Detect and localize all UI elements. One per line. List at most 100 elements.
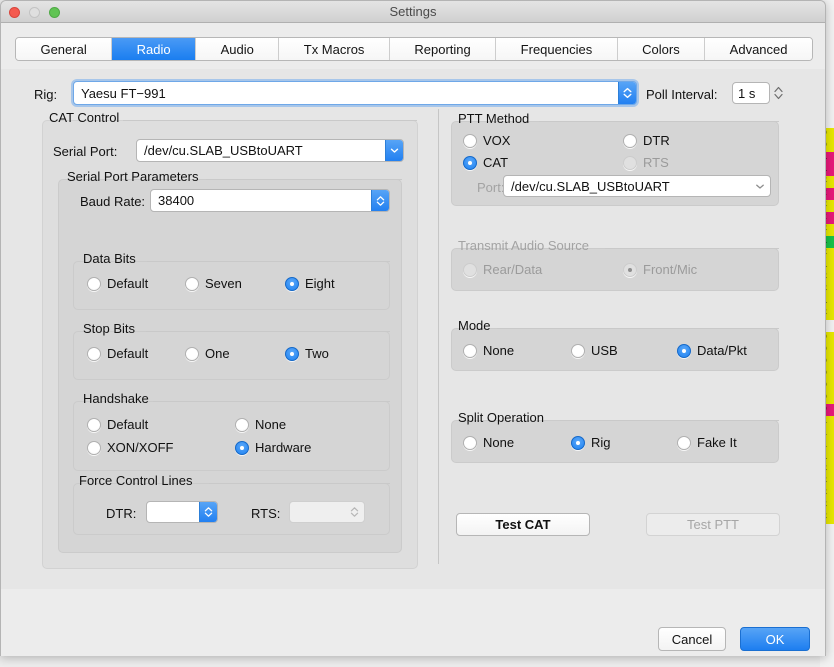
radio-ptt-vox[interactable]: VOX [463,133,510,148]
radio-handshake-none[interactable]: None [235,417,286,432]
radio-dot-icon [87,276,101,291]
serial-port-value: /dev/cu.SLAB_USBtoUART [144,143,303,158]
handshake-rule [153,401,390,402]
radio-handshake-hardware[interactable]: Hardware [235,440,311,455]
tab-radio[interactable]: Radio [112,38,197,60]
dtr-label: DTR: [106,506,137,521]
poll-interval-value: 1 s [738,85,756,101]
radio-handshake-xon-xoff[interactable]: XON/XOFF [87,440,173,455]
radio-dot-icon [285,346,299,361]
rig-value: Yaesu FT−991 [81,85,166,101]
chevron-down-icon[interactable] [750,176,770,196]
split-operation-rule [560,420,779,421]
rts-combobox [289,501,365,523]
chevron-down-icon[interactable] [618,82,636,104]
radio-data-bits-seven[interactable]: Seven [185,276,242,291]
close-button[interactable] [9,7,20,18]
split-operation-title: Split Operation [458,410,544,425]
radio-mode-none[interactable]: None [463,343,514,358]
poll-interval-label: Poll Interval: [646,87,718,102]
test-ptt-button: Test PTT [646,513,780,536]
radio-ptt-rts: RTS [623,155,669,170]
poll-interval-stepper[interactable] [772,83,785,103]
serial-port-combobox[interactable]: /dev/cu.SLAB_USBtoUART [136,139,404,162]
radio-tab-panel: Rig: Yaesu FT−991 Poll Interval: 1 s CAT… [1,69,825,589]
radio-data-bits-default[interactable]: Default [87,276,148,291]
radio-split-fake-it[interactable]: Fake It [677,435,737,450]
radio-mode-data-pkt[interactable]: Data/Pkt [677,343,747,358]
radio-stop-bits-two[interactable]: Two [285,346,329,361]
stop-bits-title: Stop Bits [83,321,136,336]
radio-mode-usb[interactable]: USB [571,343,618,358]
tab-colors[interactable]: Colors [617,38,706,60]
tab-tx-macros[interactable]: Tx Macros [279,38,390,60]
tab-advanced[interactable]: Advanced [705,38,812,60]
poll-interval-input[interactable]: 1 s [732,82,770,104]
force-control-lines-title: Force Control Lines [79,473,193,488]
tab-frequencies[interactable]: Frequencies [496,38,618,60]
radio-dot-icon [623,155,637,170]
ptt-port-label: Port: [477,180,505,195]
radio-stop-bits-one[interactable]: One [185,346,230,361]
ptt-method-title: PTT Method [458,111,530,126]
zoom-button[interactable] [49,7,60,18]
ok-button[interactable]: OK [740,627,810,651]
radio-ptt-dtr[interactable]: DTR [623,133,670,148]
chevron-up-down-icon[interactable] [371,190,389,211]
data-bits-title: Data Bits [83,251,136,266]
chevron-down-icon[interactable] [385,140,403,161]
window-titlebar: Settings [1,1,825,23]
serial-params-title: Serial Port Parameters [67,169,199,184]
radio-dot-icon [623,133,637,148]
ptt-method-rule [539,121,779,122]
radio-handshake-default[interactable]: Default [87,417,148,432]
dtr-combobox[interactable] [146,501,218,523]
radio-data-bits-eight[interactable]: Eight [285,276,335,291]
radio-dot-icon [185,346,199,361]
rig-combobox[interactable]: Yaesu FT−991 [73,81,637,105]
radio-dot-icon [623,262,637,277]
baud-rate-value: 38400 [158,193,195,208]
mode-title: Mode [458,318,491,333]
baud-rate-combobox[interactable]: 38400 [150,189,390,212]
radio-dot-icon [87,417,101,432]
settings-window: Settings General Radio Audio Tx Macros R… [0,0,826,656]
minimize-button[interactable] [29,7,40,18]
radio-dot-icon [677,343,691,358]
radio-dot-icon [463,133,477,148]
radio-dot-icon [463,343,477,358]
radio-dot-icon [571,435,585,450]
dialog-footer: Cancel OK [1,589,825,656]
radio-dot-icon [235,417,249,432]
radio-dot-icon [463,262,477,277]
radio-dot-icon [677,435,691,450]
baud-rate-label: Baud Rate: [80,194,146,209]
rig-label: Rig: [34,87,58,102]
ptt-port-combobox[interactable]: /dev/cu.SLAB_USBtoUART [503,175,771,197]
radio-dot-icon [87,346,101,361]
serial-params-rule [206,179,402,180]
stop-bits-rule [146,331,390,332]
radio-dot-icon [463,155,477,170]
radio-split-rig[interactable]: Rig [571,435,611,450]
tab-general[interactable]: General [16,38,113,60]
cat-control-rule [123,120,417,121]
radio-dot-icon [285,276,299,291]
tab-audio[interactable]: Audio [196,38,280,60]
window-title: Settings [389,4,437,19]
tab-reporting[interactable]: Reporting [389,38,497,60]
radio-split-none[interactable]: None [463,435,514,450]
data-bits-rule [147,261,390,262]
handshake-group [73,401,390,471]
radio-dot-icon [185,276,199,291]
test-cat-button[interactable]: Test CAT [456,513,590,536]
radio-stop-bits-default[interactable]: Default [87,346,148,361]
radio-dot-icon [235,440,249,455]
transmit-audio-source-rule [605,248,779,249]
cancel-button[interactable]: Cancel [658,627,726,651]
settings-tabbar[interactable]: General Radio Audio Tx Macros Reporting … [15,37,813,61]
radio-dot-icon [463,435,477,450]
chevron-up-down-icon[interactable] [199,502,217,522]
radio-ptt-cat[interactable]: CAT [463,155,508,170]
radio-audio-rear-data: Rear/Data [463,262,542,277]
